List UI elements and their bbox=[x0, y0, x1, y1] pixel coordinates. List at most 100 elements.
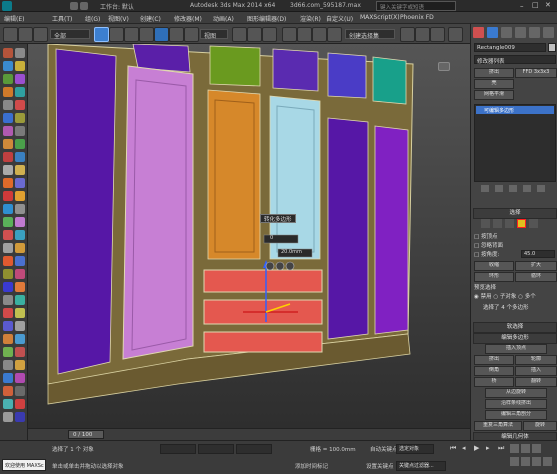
extrude-along-spline-button[interactable]: 沿样条线挤出 bbox=[485, 399, 547, 409]
minimize-icon[interactable]: – bbox=[520, 2, 524, 10]
unlink-icon[interactable] bbox=[33, 27, 48, 42]
tool-icon[interactable] bbox=[3, 178, 13, 188]
tool-icon[interactable] bbox=[15, 87, 25, 97]
render-icon[interactable] bbox=[448, 27, 463, 42]
utilities-tab-icon[interactable] bbox=[543, 27, 554, 38]
menu-item[interactable]: 修改器(M) bbox=[174, 14, 202, 23]
inset-button[interactable]: 插入 bbox=[515, 366, 557, 376]
tool-icon[interactable] bbox=[15, 48, 25, 58]
retriangulate-button[interactable]: 重复三角算法 bbox=[474, 421, 522, 431]
tool-icon[interactable] bbox=[3, 334, 13, 344]
shell-button[interactable]: 壳 bbox=[474, 79, 514, 89]
tool-icon[interactable] bbox=[15, 360, 25, 370]
modifier-list-dropdown[interactable]: 修改器列表 bbox=[474, 55, 556, 65]
search-input[interactable]: 键入关键字或短语 bbox=[376, 1, 456, 11]
maximize-viewport-icon[interactable] bbox=[543, 457, 552, 466]
perspective-viewport[interactable]: 转化多边形 0 20.0mm bbox=[28, 44, 470, 428]
window-crossing-icon[interactable] bbox=[139, 27, 154, 42]
outline-button[interactable]: 轮廓 bbox=[515, 355, 557, 365]
menu-item[interactable]: 视图(V) bbox=[108, 14, 129, 23]
menu-item[interactable]: 图形编辑器(D) bbox=[247, 14, 286, 23]
tool-icon[interactable] bbox=[3, 204, 13, 214]
edit-polygons-rollout-header[interactable]: 编辑多边形 bbox=[473, 333, 557, 344]
tool-icon[interactable] bbox=[15, 282, 25, 292]
create-tab-icon[interactable] bbox=[473, 27, 484, 38]
tool-icon[interactable] bbox=[3, 269, 13, 279]
maximize-icon[interactable]: □ bbox=[532, 1, 539, 9]
selection-filter-dropdown[interactable]: 全部 bbox=[50, 29, 90, 40]
pin-stack-icon[interactable] bbox=[481, 185, 489, 192]
tool-icon[interactable] bbox=[15, 74, 25, 84]
tool-icon[interactable] bbox=[3, 230, 13, 240]
pan-icon[interactable] bbox=[521, 457, 530, 466]
display-tab-icon[interactable] bbox=[529, 27, 540, 38]
border-mode-icon[interactable] bbox=[505, 219, 514, 228]
tool-icon[interactable] bbox=[3, 282, 13, 292]
caddy-spinner-1[interactable]: 0 bbox=[270, 235, 273, 241]
zoom-icon[interactable] bbox=[510, 444, 519, 453]
go-to-end-icon[interactable]: ⏭ bbox=[498, 444, 504, 453]
tool-icon[interactable] bbox=[3, 126, 13, 136]
bridge-button[interactable]: 桥 bbox=[474, 377, 514, 387]
orbit-icon[interactable] bbox=[532, 457, 541, 466]
tool-icon[interactable] bbox=[3, 87, 13, 97]
keyboard-shortcut-icon[interactable] bbox=[262, 27, 277, 42]
extrude-poly-button[interactable]: 挤出 bbox=[474, 355, 514, 365]
edge-mode-icon[interactable] bbox=[493, 219, 502, 228]
go-to-start-icon[interactable]: ⏮ bbox=[450, 444, 456, 453]
tool-icon[interactable] bbox=[15, 230, 25, 240]
field-of-view-icon[interactable] bbox=[510, 457, 519, 466]
tool-icon[interactable] bbox=[3, 100, 13, 110]
close-icon[interactable]: ✕ bbox=[545, 1, 551, 9]
named-selection-dropdown[interactable]: 创建选择集 bbox=[345, 29, 395, 40]
menu-item[interactable]: 工具(T) bbox=[52, 14, 72, 23]
maxscript-listener[interactable]: 欢迎使用 MAXSc bbox=[2, 459, 46, 471]
caddy-title[interactable]: 转化多边形 bbox=[260, 214, 296, 223]
object-color-swatch[interactable] bbox=[548, 43, 556, 52]
tool-icon[interactable] bbox=[3, 256, 13, 266]
angle-spinner[interactable]: 45.0 bbox=[521, 250, 555, 258]
element-mode-icon[interactable] bbox=[529, 219, 538, 228]
camera-icon[interactable] bbox=[438, 62, 450, 71]
key-filters-button[interactable]: 关键点过滤器... bbox=[396, 461, 446, 471]
redo-icon[interactable] bbox=[80, 2, 88, 10]
zoom-all-icon[interactable] bbox=[521, 444, 530, 453]
menu-item[interactable]: 组(G) bbox=[85, 14, 100, 23]
tool-icon[interactable] bbox=[3, 165, 13, 175]
align-icon[interactable] bbox=[415, 27, 430, 42]
menu-item[interactable]: 渲染(R) bbox=[300, 14, 321, 23]
add-time-tag[interactable]: 添加时间标记 bbox=[295, 462, 328, 470]
menu-item[interactable]: Phoenix FD bbox=[400, 14, 434, 21]
pivot-icon[interactable] bbox=[232, 27, 247, 42]
tool-icon[interactable] bbox=[3, 321, 13, 331]
menu-item[interactable]: MAXScript(X) bbox=[360, 14, 400, 21]
selected-object-dropdown[interactable]: 选定对象 bbox=[396, 444, 434, 454]
tool-icon[interactable] bbox=[3, 386, 13, 396]
extrude-button[interactable]: 挤出 bbox=[474, 68, 514, 78]
stack-item[interactable]: 可编辑多边形 bbox=[476, 106, 554, 114]
tool-icon[interactable] bbox=[15, 269, 25, 279]
insert-vertex-button[interactable]: 插入顶点 bbox=[485, 344, 547, 354]
workspace-label[interactable]: 工作台: 默认 bbox=[100, 2, 134, 11]
menu-item[interactable]: 自定义(U) bbox=[326, 14, 353, 23]
snap-icon[interactable] bbox=[282, 27, 297, 42]
tool-icon[interactable] bbox=[15, 191, 25, 201]
tool-icon[interactable] bbox=[15, 321, 25, 331]
tool-icon[interactable] bbox=[15, 256, 25, 266]
tool-icon[interactable] bbox=[15, 243, 25, 253]
tool-icon[interactable] bbox=[3, 191, 13, 201]
undo-icon[interactable] bbox=[70, 2, 78, 10]
play-icon[interactable]: ▶ bbox=[474, 444, 479, 452]
tool-icon[interactable] bbox=[15, 113, 25, 123]
configure-sets-icon[interactable] bbox=[537, 185, 545, 192]
turn-button[interactable]: 旋转 bbox=[523, 421, 557, 431]
layer-icon[interactable] bbox=[430, 27, 445, 42]
selection-rollout-header[interactable]: 选择 bbox=[473, 208, 557, 219]
undo-icon[interactable] bbox=[3, 27, 18, 42]
tool-icon[interactable] bbox=[3, 152, 13, 162]
time-slider-thumb[interactable]: 0 / 100 bbox=[68, 430, 104, 439]
rect-selection-icon[interactable] bbox=[124, 27, 139, 42]
scale-icon[interactable] bbox=[184, 27, 199, 42]
select-object-icon[interactable] bbox=[94, 27, 109, 42]
tool-icon[interactable] bbox=[15, 100, 25, 110]
